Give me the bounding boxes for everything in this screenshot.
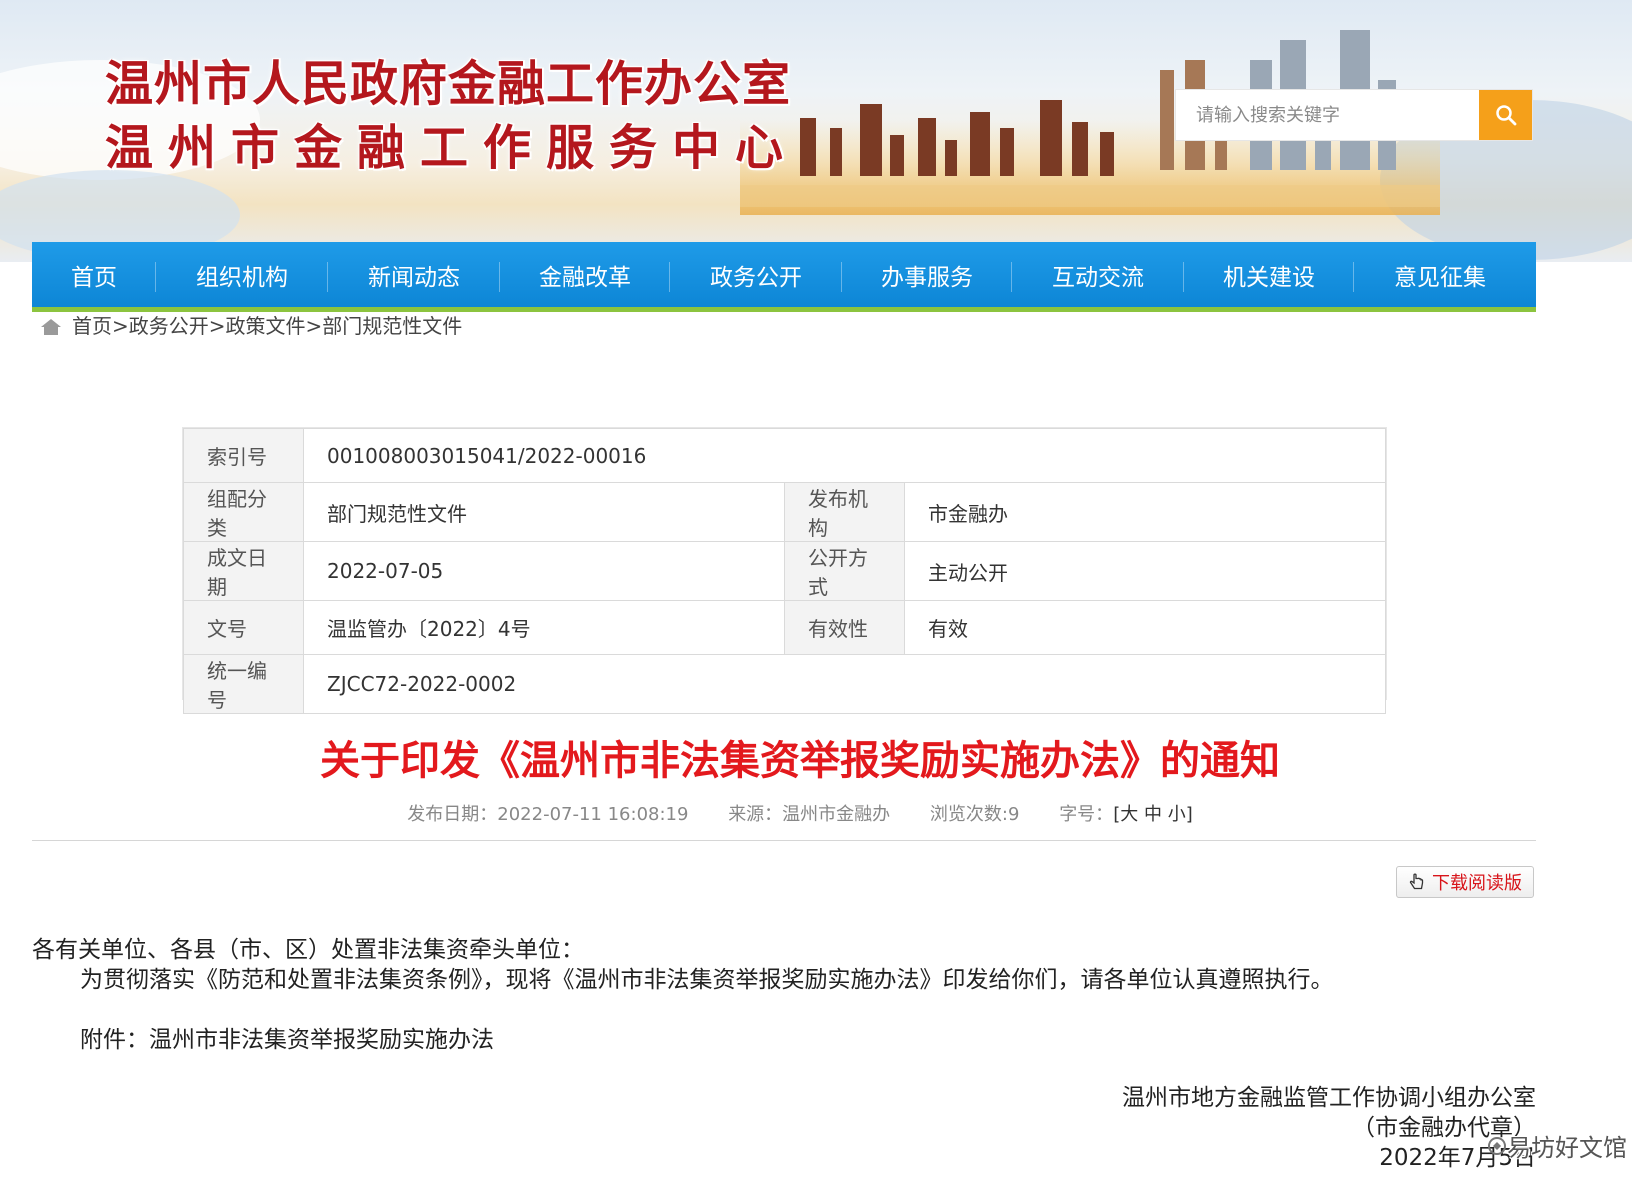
article-meta: 发布日期：2022-07-11 16:08:19 来源：温州市金融办 浏览次数:… — [0, 800, 1600, 826]
table-row: 组配分类 部门规范性文件 发布机构 市金融办 — [183, 482, 1386, 542]
index-value: 001008003015041/2022-00016 — [303, 428, 1386, 483]
validity-value: 有效 — [904, 600, 1386, 655]
watermark-logo-icon — [1488, 1136, 1506, 1155]
breadcrumb-home[interactable]: 首页> — [72, 316, 129, 336]
site-title-center: 温州市金融工作服务中心 — [105, 120, 799, 176]
document-number-label: 文号 — [183, 600, 304, 655]
open-method-label: 公开方式 — [784, 541, 905, 601]
nav-item-services[interactable]: 办事服务 — [842, 240, 1012, 310]
index-label: 索引号 — [183, 428, 304, 483]
font-size-label: 字号： — [1059, 804, 1114, 825]
search-icon — [1495, 105, 1516, 126]
breadcrumb: 首页> 政务公开> 政策文件> 部门规范性文件 — [40, 314, 462, 336]
date-label: 成文日期 — [183, 541, 304, 601]
download-reading-version-button[interactable]: 下载阅读版 — [1396, 866, 1534, 898]
attachment-link[interactable]: 附件：温州市非法集资举报奖励实施办法 — [80, 1020, 494, 1054]
font-size-medium[interactable]: 中 — [1144, 804, 1162, 825]
breadcrumb-department-normative[interactable]: 部门规范性文件 — [322, 316, 462, 336]
view-count: 浏览次数:9 — [929, 804, 1020, 825]
document-number-value: 温监管办〔2022〕4号 — [303, 600, 785, 655]
watermark-text: 易坊好文馆 — [1507, 1134, 1627, 1162]
publisher-value: 市金融办 — [904, 482, 1386, 542]
table-row: 成文日期 2022-07-05 公开方式 主动公开 — [183, 541, 1386, 601]
search-box — [1176, 90, 1532, 140]
font-size-large[interactable]: 大 — [1120, 804, 1138, 825]
search-button[interactable] — [1479, 90, 1532, 140]
nav-item-government-affairs[interactable]: 政务公开 — [670, 240, 842, 310]
article-source: 来源：温州市金融办 — [728, 804, 891, 825]
site-title-office: 温州市人民政府金融工作办公室 — [105, 56, 792, 112]
validity-label: 有效性 — [784, 600, 905, 655]
font-size-bracket-close: ] — [1185, 804, 1193, 825]
article-title: 关于印发《温州市非法集资举报奖励实施办法》的通知 — [320, 738, 1280, 784]
uniform-number-label: 统一编号 — [183, 654, 304, 714]
nav-item-reform[interactable]: 金融改革 — [500, 240, 670, 310]
category-value: 部门规范性文件 — [303, 482, 785, 542]
search-input[interactable] — [1176, 90, 1479, 140]
divider — [32, 840, 1536, 841]
nav-item-party-building[interactable]: 机关建设 — [1184, 240, 1354, 310]
font-size-small[interactable]: 小 — [1168, 804, 1186, 825]
nav-item-opinions[interactable]: 意见征集 — [1354, 240, 1526, 310]
table-row: 索引号 001008003015041/2022-00016 — [183, 428, 1386, 483]
home-icon — [41, 319, 61, 335]
nav-item-home[interactable]: 首页 — [32, 240, 156, 310]
date-value: 2022-07-05 — [303, 541, 785, 601]
signature-organization: 温州市地方金融监管工作协调小组办公室 — [1122, 1085, 1536, 1111]
document-info-table: 索引号 001008003015041/2022-00016 组配分类 部门规范… — [183, 428, 1386, 714]
hand-pointer-icon — [1409, 873, 1424, 890]
publisher-label: 发布机构 — [784, 482, 905, 542]
table-row: 文号 温监管办〔2022〕4号 有效性 有效 — [183, 600, 1386, 655]
watermark: 易坊好文馆 — [1487, 1128, 1627, 1163]
nav-item-organization[interactable]: 组织机构 — [156, 240, 328, 310]
header-banner: 温州市人民政府金融工作办公室 温州市金融工作服务中心 — [0, 0, 1632, 262]
main-nav: 首页 组织机构 新闻动态 金融改革 政务公开 办事服务 互动交流 机关建设 意见… — [32, 242, 1536, 312]
download-label: 下载阅读版 — [1432, 873, 1522, 894]
body-paragraph: 为贯彻落实《防范和处置非法集资条例》，现将《温州市非法集资举报奖励实施办法》印发… — [80, 967, 1334, 993]
uniform-number-value: ZJCC72-2022-0002 — [303, 654, 1386, 714]
table-row: 统一编号 ZJCC72-2022-0002 — [183, 654, 1386, 714]
category-label: 组配分类 — [183, 482, 304, 542]
breadcrumb-government-affairs[interactable]: 政务公开> — [129, 316, 226, 336]
nav-item-news[interactable]: 新闻动态 — [328, 240, 500, 310]
publish-date: 发布日期：2022-07-11 16:08:19 — [407, 804, 689, 825]
open-method-value: 主动公开 — [904, 541, 1386, 601]
breadcrumb-policy-files[interactable]: 政策文件> — [226, 316, 323, 336]
salutation-paragraph: 各有关单位、各县（市、区）处置非法集资牵头单位： — [32, 937, 584, 963]
nav-item-interaction[interactable]: 互动交流 — [1012, 240, 1184, 310]
